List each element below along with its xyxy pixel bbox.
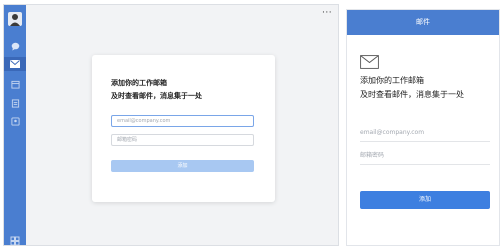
more-options-button[interactable]: ···	[322, 9, 332, 18]
docs-icon[interactable]	[9, 98, 21, 109]
card-title-line1: 添加你的工作邮箱	[111, 79, 167, 87]
password-field[interactable]: 邮箱密码	[111, 134, 254, 146]
panel-title-line1: 添加你的工作邮箱	[360, 76, 424, 85]
panel-header-title: 邮件	[347, 10, 499, 35]
panel-add-button[interactable]: 添加	[360, 191, 490, 209]
mail-panel: 邮件 添加你的工作邮箱 及时查看邮件，消息集于一处 email@company.…	[346, 9, 500, 246]
avatar[interactable]	[8, 12, 22, 26]
envelope-icon	[360, 54, 379, 73]
add-button[interactable]: 添加	[111, 160, 254, 172]
panel-email-field[interactable]: email@company.com	[360, 127, 490, 142]
chat-icon[interactable]	[9, 41, 21, 52]
panel-password-field[interactable]: 邮箱密码	[360, 150, 490, 165]
panel-title-line2: 及时查看邮件，消息集于一处	[360, 90, 464, 99]
mail-icon[interactable]	[4, 57, 26, 71]
calendar-icon[interactable]	[9, 79, 21, 90]
main-window: ··· 添加你的工作邮箱 及时查看邮件，消息集于一处 email@company…	[3, 4, 339, 246]
sidebar	[4, 5, 26, 245]
add-mailbox-card: 添加你的工作邮箱 及时查看邮件，消息集于一处 email@company.com…	[92, 55, 275, 202]
contacts-icon[interactable]	[9, 116, 21, 127]
apps-icon[interactable]	[10, 231, 20, 245]
card-title-line2: 及时查看邮件，消息集于一处	[111, 92, 202, 100]
email-field[interactable]: email@company.com	[111, 115, 254, 127]
